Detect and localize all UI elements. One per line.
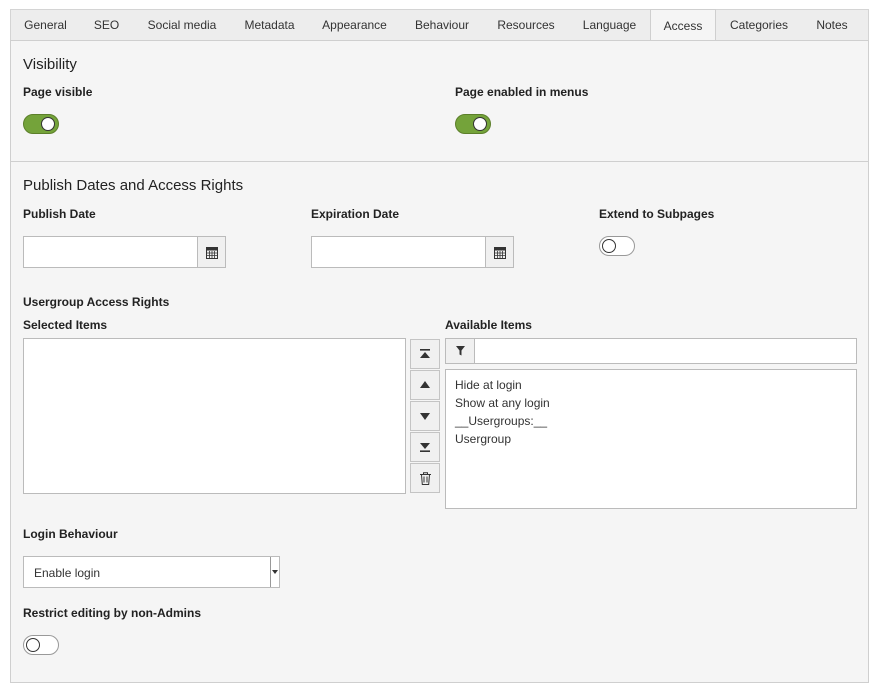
menus-enabled-label: Page enabled in menus xyxy=(455,85,589,99)
move-to-top-icon xyxy=(420,349,430,358)
selected-items-list[interactable] xyxy=(23,338,406,494)
expiration-date-picker-button[interactable] xyxy=(485,236,514,268)
publish-heading: Publish Dates and Access Rights xyxy=(23,177,244,194)
tab-metadata[interactable]: Metadata xyxy=(231,10,308,41)
available-item[interactable]: Usergroup xyxy=(446,430,856,448)
calendar-icon xyxy=(205,246,218,259)
filter-button[interactable] xyxy=(446,339,475,363)
available-items-label: Available Items xyxy=(445,318,532,332)
select-arrow xyxy=(270,557,279,587)
tab-general[interactable]: General xyxy=(11,10,80,41)
usergroup-heading: Usergroup Access Rights xyxy=(23,295,170,309)
move-to-bottom-button[interactable] xyxy=(410,432,440,462)
expiration-date-label: Expiration Date xyxy=(311,207,400,221)
section-divider xyxy=(11,161,868,162)
publish-date-label: Publish Date xyxy=(23,207,96,221)
publish-date-picker-button[interactable] xyxy=(197,236,226,268)
tab-notes[interactable]: Notes xyxy=(802,10,862,41)
extend-subpages-label: Extend to Subpages xyxy=(599,207,715,221)
tab-access[interactable]: Access xyxy=(650,9,716,41)
toggle-knob xyxy=(26,638,40,652)
toggle-knob xyxy=(41,117,55,131)
menus-enabled-toggle[interactable] xyxy=(455,114,491,134)
toggle-knob xyxy=(473,117,487,131)
selected-items-label: Selected Items xyxy=(23,318,108,332)
access-panel: Visibility Page visible Page enabled in … xyxy=(10,40,869,683)
calendar-icon xyxy=(493,246,506,259)
tab-appearance[interactable]: Appearance xyxy=(308,10,401,41)
expiration-date-input[interactable] xyxy=(311,236,487,268)
tab-bar: General SEO Social media Metadata Appear… xyxy=(10,9,869,41)
move-to-top-button[interactable] xyxy=(410,339,440,369)
filter-box xyxy=(445,338,857,364)
restrict-editing-label: Restrict editing by non-Admins xyxy=(23,606,202,620)
page-visible-label: Page visible xyxy=(23,85,93,99)
available-item[interactable]: Show at any login xyxy=(446,394,856,412)
move-down-icon xyxy=(420,413,430,420)
filter-input[interactable] xyxy=(475,339,855,363)
login-behaviour-value: Enable login xyxy=(34,566,101,580)
move-down-button[interactable] xyxy=(410,401,440,431)
move-up-button[interactable] xyxy=(410,370,440,400)
login-behaviour-select[interactable]: Enable login xyxy=(23,556,280,588)
page-visible-toggle[interactable] xyxy=(23,114,59,134)
chevron-down-icon xyxy=(272,570,278,574)
move-up-icon xyxy=(420,381,430,388)
move-to-bottom-icon xyxy=(420,443,430,452)
toggle-knob xyxy=(602,239,616,253)
available-items-list[interactable]: Hide at login Show at any login __Usergr… xyxy=(445,369,857,509)
tab-categories[interactable]: Categories xyxy=(716,10,802,41)
available-item[interactable]: __Usergroups:__ xyxy=(446,412,856,430)
tab-behaviour[interactable]: Behaviour xyxy=(401,10,483,41)
tab-social-media[interactable]: Social media xyxy=(133,10,231,41)
trash-icon xyxy=(419,471,431,485)
login-behaviour-label: Login Behaviour xyxy=(23,527,118,541)
tab-seo[interactable]: SEO xyxy=(80,10,133,41)
visibility-heading: Visibility xyxy=(23,56,77,73)
restrict-editing-toggle[interactable] xyxy=(23,635,59,655)
remove-item-button[interactable] xyxy=(410,463,440,493)
filter-icon xyxy=(455,346,465,356)
extend-subpages-toggle[interactable] xyxy=(599,236,635,256)
tab-language[interactable]: Language xyxy=(569,10,650,41)
publish-date-input[interactable] xyxy=(23,236,199,268)
available-item[interactable]: Hide at login xyxy=(446,376,856,394)
tab-resources[interactable]: Resources xyxy=(483,10,569,41)
